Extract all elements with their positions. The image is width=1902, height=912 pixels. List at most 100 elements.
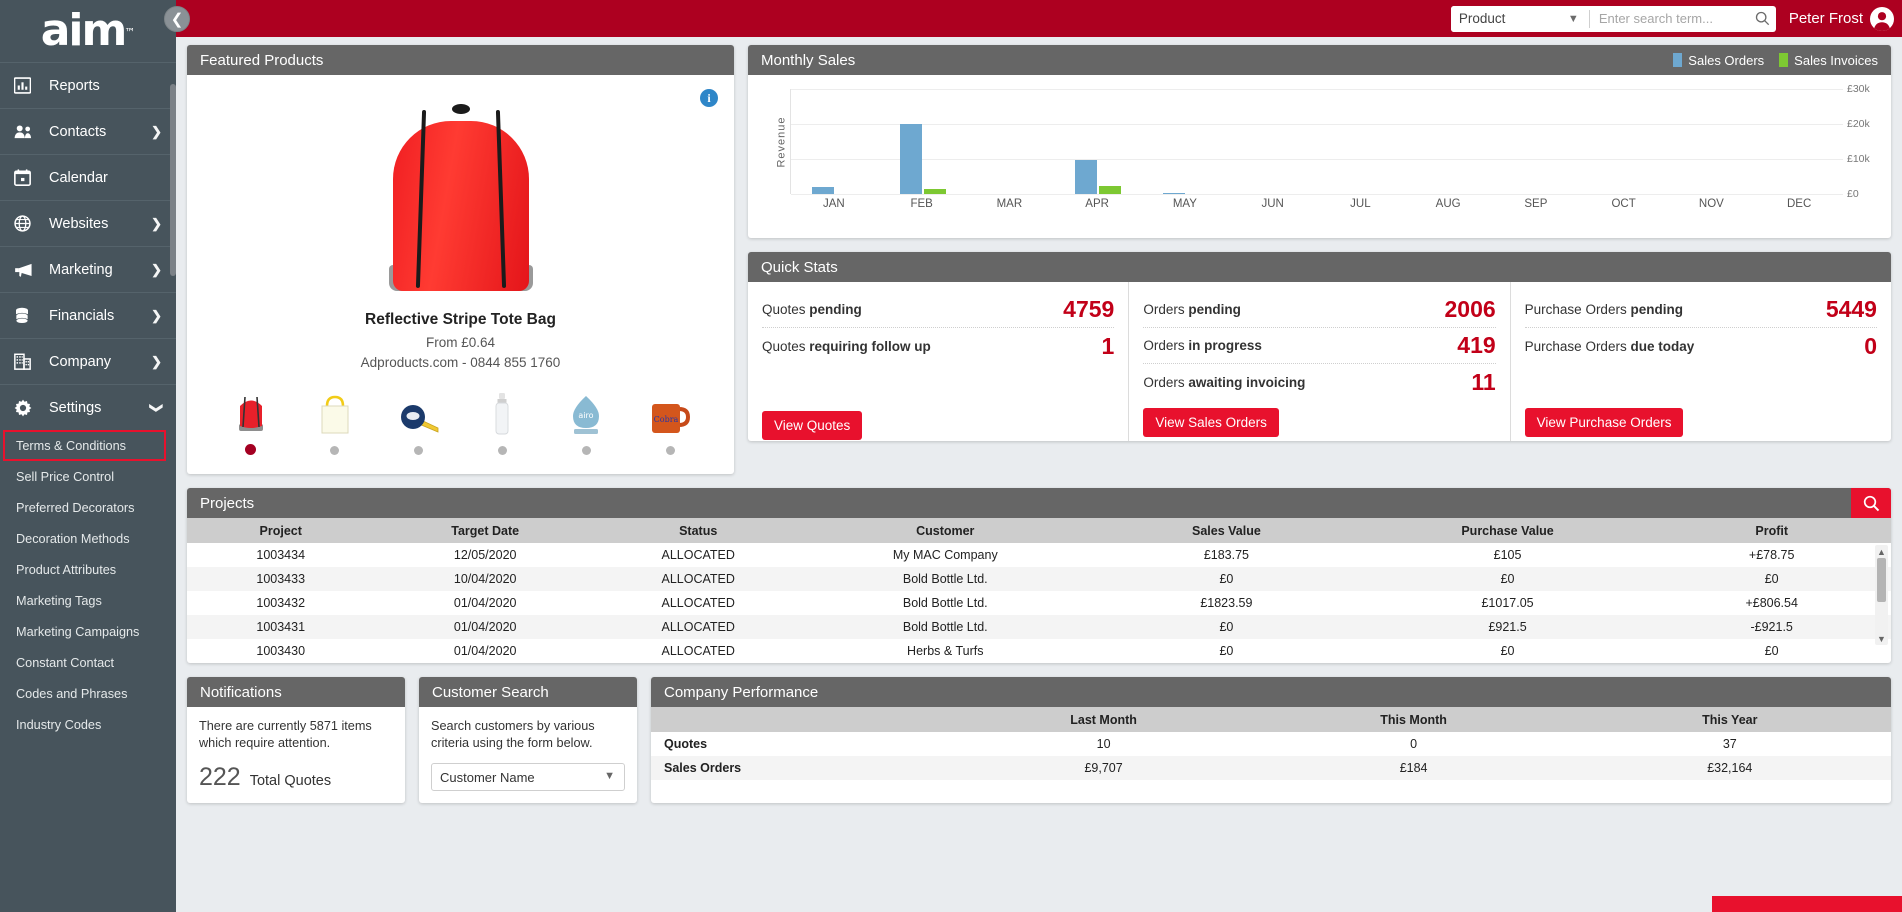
company-performance-title: Company Performance <box>664 683 819 701</box>
sidebar-item-reports[interactable]: Reports <box>0 62 176 108</box>
sidebar-item-company[interactable]: Company ❯ <box>0 338 176 384</box>
table-row[interactable]: 1003434 12/05/2020 ALLOCATED My MAC Company… <box>187 543 1891 567</box>
chart-bar[interactable] <box>923 189 946 194</box>
coins-icon <box>14 306 40 326</box>
sidebar-item-websites[interactable]: Websites ❯ <box>0 200 176 246</box>
glass-award-thumb[interactable]: airo <box>563 390 609 455</box>
table-row[interactable]: 1003432 01/04/2020 ALLOCATED Bold Bottle Lt… <box>187 591 1891 615</box>
sidebar-subitem-marketing-tags[interactable]: Marketing Tags <box>0 585 176 616</box>
sidebar-item-settings[interactable]: Settings ❯ <box>0 384 176 430</box>
legend-item-sales-orders[interactable]: Sales Orders <box>1673 53 1764 68</box>
sidebar-subitem-label: Constant Contact <box>16 655 115 670</box>
info-icon[interactable]: i <box>700 89 718 107</box>
table-row[interactable]: 1003431 01/04/2020 ALLOCATED Bold Bottle Lt… <box>187 615 1891 639</box>
thumbnail-indicator-dot[interactable] <box>665 446 675 455</box>
quick-stats-body: Quotes pending 4759 Quotes requiring follo… <box>748 282 1891 441</box>
notifications-text: There are currently 5871 items which req… <box>199 719 372 750</box>
search-submit-button[interactable] <box>1750 11 1776 26</box>
projects-scrollbar[interactable]: ▲ ▼ <box>1875 545 1888 645</box>
chart-bars <box>791 89 1843 194</box>
customer-search-criteria-select[interactable]: Customer Name <box>431 763 625 791</box>
project-id-link[interactable]: 1003434 <box>187 543 374 567</box>
chart-bar[interactable] <box>899 124 922 194</box>
project-id-link[interactable]: 1003432 <box>187 591 374 615</box>
performance-last-month: 10 <box>1096 737 1111 751</box>
projects-column-header[interactable]: Profit <box>1652 518 1891 543</box>
avatar[interactable] <box>1870 6 1894 31</box>
chart-bar[interactable] <box>1162 192 1185 194</box>
sidebar-subitem-terms-conditions[interactable]: Terms & Conditions <box>3 430 166 461</box>
sidebar-subitem-marketing-campaigns[interactable]: Marketing Campaigns <box>0 616 176 647</box>
red-drawstring-bag-thumb[interactable] <box>228 388 274 455</box>
orange-mug-thumb[interactable]: Cobra <box>647 390 693 455</box>
app-logo[interactable]: aim ™ <box>0 0 176 62</box>
chart-bar-group-jul <box>1317 89 1405 194</box>
sidebar-subitem-sell-price-control[interactable]: Sell Price Control <box>0 461 176 492</box>
projects-column-header[interactable]: Sales Value <box>1090 518 1363 543</box>
sidebar-subitem-constant-contact[interactable]: Constant Contact <box>0 647 176 678</box>
view-quotes-button[interactable]: View Quotes <box>762 411 863 440</box>
projects-column-header[interactable]: Purchase Value <box>1362 518 1653 543</box>
thumbnail-indicator-dot[interactable] <box>245 444 257 455</box>
thumbnail-indicator-dot[interactable] <box>414 446 424 455</box>
svg-text:Cobra: Cobra <box>654 415 679 424</box>
sidebar-item-contacts[interactable]: Contacts ❯ <box>0 108 176 154</box>
projects-column-header[interactable]: Customer <box>800 518 1091 543</box>
featured-product-supplier: Adproducts.com - 0844 855 1760 <box>360 355 561 370</box>
chart-bar-group-nov <box>1668 89 1756 194</box>
sidebar-collapse-button[interactable]: ❮ <box>164 6 190 32</box>
thumbnail-indicator-dot[interactable] <box>581 446 591 455</box>
notifications-header: Notifications <box>187 677 405 707</box>
search-category-select[interactable]: Product <box>1450 5 1589 32</box>
chart-bar[interactable] <box>811 186 834 194</box>
sidebar-item-calendar[interactable]: Calendar <box>0 154 176 200</box>
sidebar-item-label: Reports <box>49 77 100 94</box>
main-area: Product ▼ Peter Frost <box>176 0 1902 912</box>
chart-bar[interactable] <box>1074 160 1097 194</box>
table-row[interactable]: 1003430 01/04/2020 ALLOCATED Herbs & Turfs £… <box>187 639 1891 663</box>
legend-item-sales-invoices[interactable]: Sales Invoices <box>1779 53 1878 68</box>
projects-scrollbar-thumb[interactable] <box>1877 558 1886 602</box>
project-id-link[interactable]: 1003430 <box>187 639 374 663</box>
scroll-up-arrow-icon[interactable]: ▲ <box>1875 545 1888 558</box>
quick-stats-column-2: Orders pending 2006 Orders in progress 419 O… <box>1128 282 1509 441</box>
featured-products-header: Featured Products <box>187 45 734 75</box>
tape-measure-thumb[interactable] <box>396 390 442 455</box>
sidebar-item-label: Calendar <box>49 169 108 186</box>
sidebar-subitem-preferred-decorators[interactable]: Preferred Decorators <box>0 492 176 523</box>
sidebar-item-marketing[interactable]: Marketing ❯ <box>0 246 176 292</box>
project-id-link[interactable]: 1003431 <box>187 615 374 639</box>
red-drawstring-bag-thumb-image <box>228 388 274 434</box>
yellow-tote-bag-thumb[interactable] <box>312 390 358 455</box>
sidebar-subitem-industry-codes[interactable]: Industry Codes <box>0 709 176 740</box>
chart-bar[interactable] <box>1098 185 1121 194</box>
projects-search-button[interactable] <box>1851 488 1891 518</box>
water-bottle-thumb[interactable] <box>479 390 525 455</box>
sidebar-subitem-product-attributes[interactable]: Product Attributes <box>0 554 176 585</box>
view-purchase-orders-button[interactable]: View Purchase Orders <box>1524 408 1684 437</box>
quick-stats-row: Quotes requiring follow up 1 <box>762 328 1114 364</box>
thumbnail-indicator-dot[interactable] <box>330 446 340 455</box>
projects-column-header[interactable]: Project <box>187 518 375 543</box>
scroll-down-arrow-icon[interactable]: ▼ <box>1875 632 1888 645</box>
notifications-stat[interactable]: 222 Total Quotes <box>199 763 393 792</box>
sidebar-subitem-codes-and-phrases[interactable]: Codes and Phrases <box>0 678 176 709</box>
global-search: Product ▼ <box>1450 5 1776 32</box>
featured-products-title: Featured Products <box>200 51 324 69</box>
search-input[interactable] <box>1589 5 1750 32</box>
projects-header: Projects <box>187 488 1891 518</box>
quick-stats-label: Quotes pending <box>762 302 862 317</box>
table-row[interactable]: 1003433 10/04/2020 ALLOCATED Bold Bottle Lt… <box>187 567 1891 591</box>
projects-column-header[interactable]: Status <box>595 518 801 543</box>
view-sales-orders-button[interactable]: View Sales Orders <box>1143 408 1279 437</box>
purchase-value: £0 <box>1500 644 1515 658</box>
chart-legend: Sales Orders Sales Invoices <box>1673 53 1878 68</box>
magnifier-icon <box>1863 495 1879 511</box>
thumbnail-indicator-dot[interactable] <box>497 446 507 455</box>
projects-column-header[interactable]: Target Date <box>374 518 596 543</box>
sidebar-subitem-decoration-methods[interactable]: Decoration Methods <box>0 523 176 554</box>
featured-product-image[interactable] <box>187 83 734 303</box>
project-id-link[interactable]: 1003433 <box>187 567 374 591</box>
sidebar-item-financials[interactable]: Financials ❯ <box>0 292 176 338</box>
performance-last-month: £9,707 <box>1084 761 1123 775</box>
